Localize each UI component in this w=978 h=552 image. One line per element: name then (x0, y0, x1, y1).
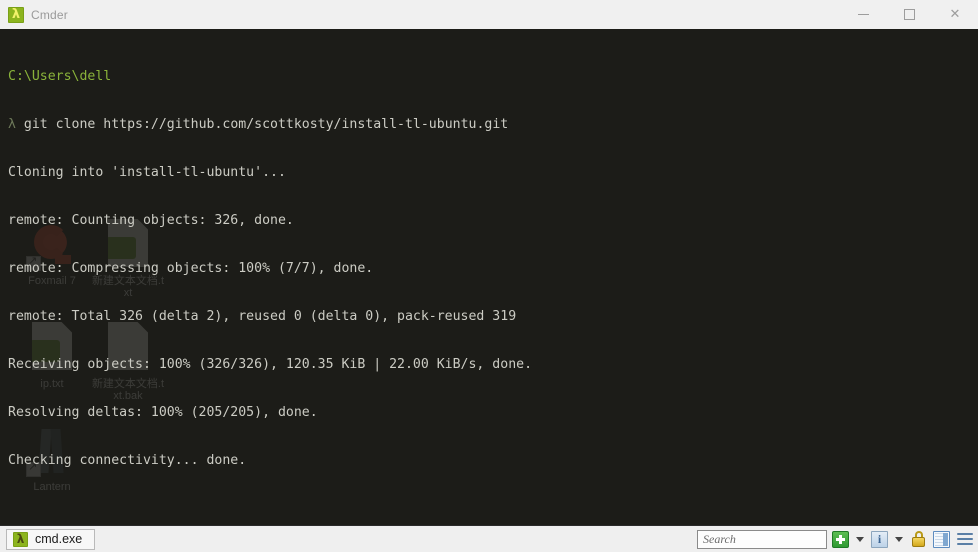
command-text: git clone https://github.com/scottkosty/… (15, 117, 509, 132)
menu-bar-line (956, 543, 973, 545)
window-title: Cmder (31, 7, 69, 22)
info-icon (871, 530, 888, 548)
output-text: Checking connectivity... done. (8, 453, 247, 468)
console-line: Checking connectivity... done. (8, 453, 978, 469)
lock-body (912, 537, 925, 547)
console-line: Receiving objects: 100% (326/326), 120.3… (8, 357, 978, 373)
lambda-icon: λ (13, 531, 28, 547)
lock-icon (911, 531, 926, 547)
tab-cmd-exe[interactable]: λ cmd.exe (6, 528, 96, 550)
search-box[interactable] (697, 529, 848, 549)
new-console-button[interactable] (831, 530, 850, 549)
console-line: remote: Counting objects: 326, done. (8, 213, 978, 229)
console-area[interactable]: Foxmail 7 新建文本文档.txt ip.txt 新建文本文档.txt.b… (0, 29, 978, 525)
close-button[interactable]: ✕ (932, 0, 978, 29)
output-text: Receiving objects: 100% (326/326), 120.3… (8, 357, 533, 372)
plus-icon (832, 530, 849, 548)
output-text: remote: Total 326 (delta 2), reused 0 (d… (8, 309, 517, 324)
console-line: remote: Compressing objects: 100% (7/7),… (8, 261, 978, 277)
output-text: remote: Counting objects: 326, done. (8, 213, 294, 228)
console-output[interactable]: C:\Users\dell λ git clone https://github… (0, 29, 978, 525)
status-bar-tools (697, 529, 974, 549)
maximize-button[interactable] (886, 0, 932, 29)
cmder-window: λ Cmder ✕ Foxmail 7 (0, 0, 978, 552)
maximize-icon (903, 9, 915, 20)
window-controls: ✕ (840, 0, 978, 29)
close-icon: ✕ (949, 7, 961, 22)
lambda-glyph: λ (11, 6, 21, 22)
output-text: Resolving deltas: 100% (205/205), done. (8, 405, 318, 420)
lambda-glyph: λ (16, 531, 25, 546)
tab-label: cmd.exe (35, 532, 83, 546)
console-line: remote: Total 326 (delta 2), reused 0 (d… (8, 309, 978, 325)
blank-text (8, 501, 16, 516)
hamburger-menu-icon (956, 532, 973, 546)
console-line: Cloning into 'install-tl-ubuntu'... (8, 165, 978, 181)
search-input[interactable] (703, 531, 848, 547)
prompt-path: C:\Users\dell (8, 69, 112, 84)
console-line: λ git clone https://github.com/scottkost… (8, 117, 978, 133)
panel-icon (933, 530, 950, 548)
minimize-button[interactable] (840, 0, 886, 29)
lambda-icon: λ (8, 6, 24, 23)
console-blank-line (8, 501, 978, 517)
menu-bar-line (956, 533, 973, 535)
toggle-panel-button[interactable] (932, 530, 951, 549)
title-bar: λ Cmder ✕ (0, 0, 978, 29)
output-text: Cloning into 'install-tl-ubuntu'... (8, 165, 286, 180)
title-bar-left: λ Cmder (0, 6, 69, 23)
console-line: C:\Users\dell (8, 69, 978, 85)
info-button[interactable] (870, 530, 889, 549)
lock-button[interactable] (909, 530, 928, 549)
status-bar: λ cmd.exe (0, 525, 978, 552)
new-console-dropdown[interactable] (854, 530, 866, 549)
chevron-down-icon (856, 536, 864, 542)
lambda-prompt-glyph: λ (8, 117, 16, 132)
minimize-icon (857, 14, 869, 15)
chevron-down-icon (895, 536, 903, 542)
output-text: remote: Compressing objects: 100% (7/7),… (8, 261, 374, 276)
info-dropdown[interactable] (893, 530, 905, 549)
menu-bar-line (956, 538, 973, 540)
main-menu-button[interactable] (955, 530, 974, 549)
console-line: Resolving deltas: 100% (205/205), done. (8, 405, 978, 421)
